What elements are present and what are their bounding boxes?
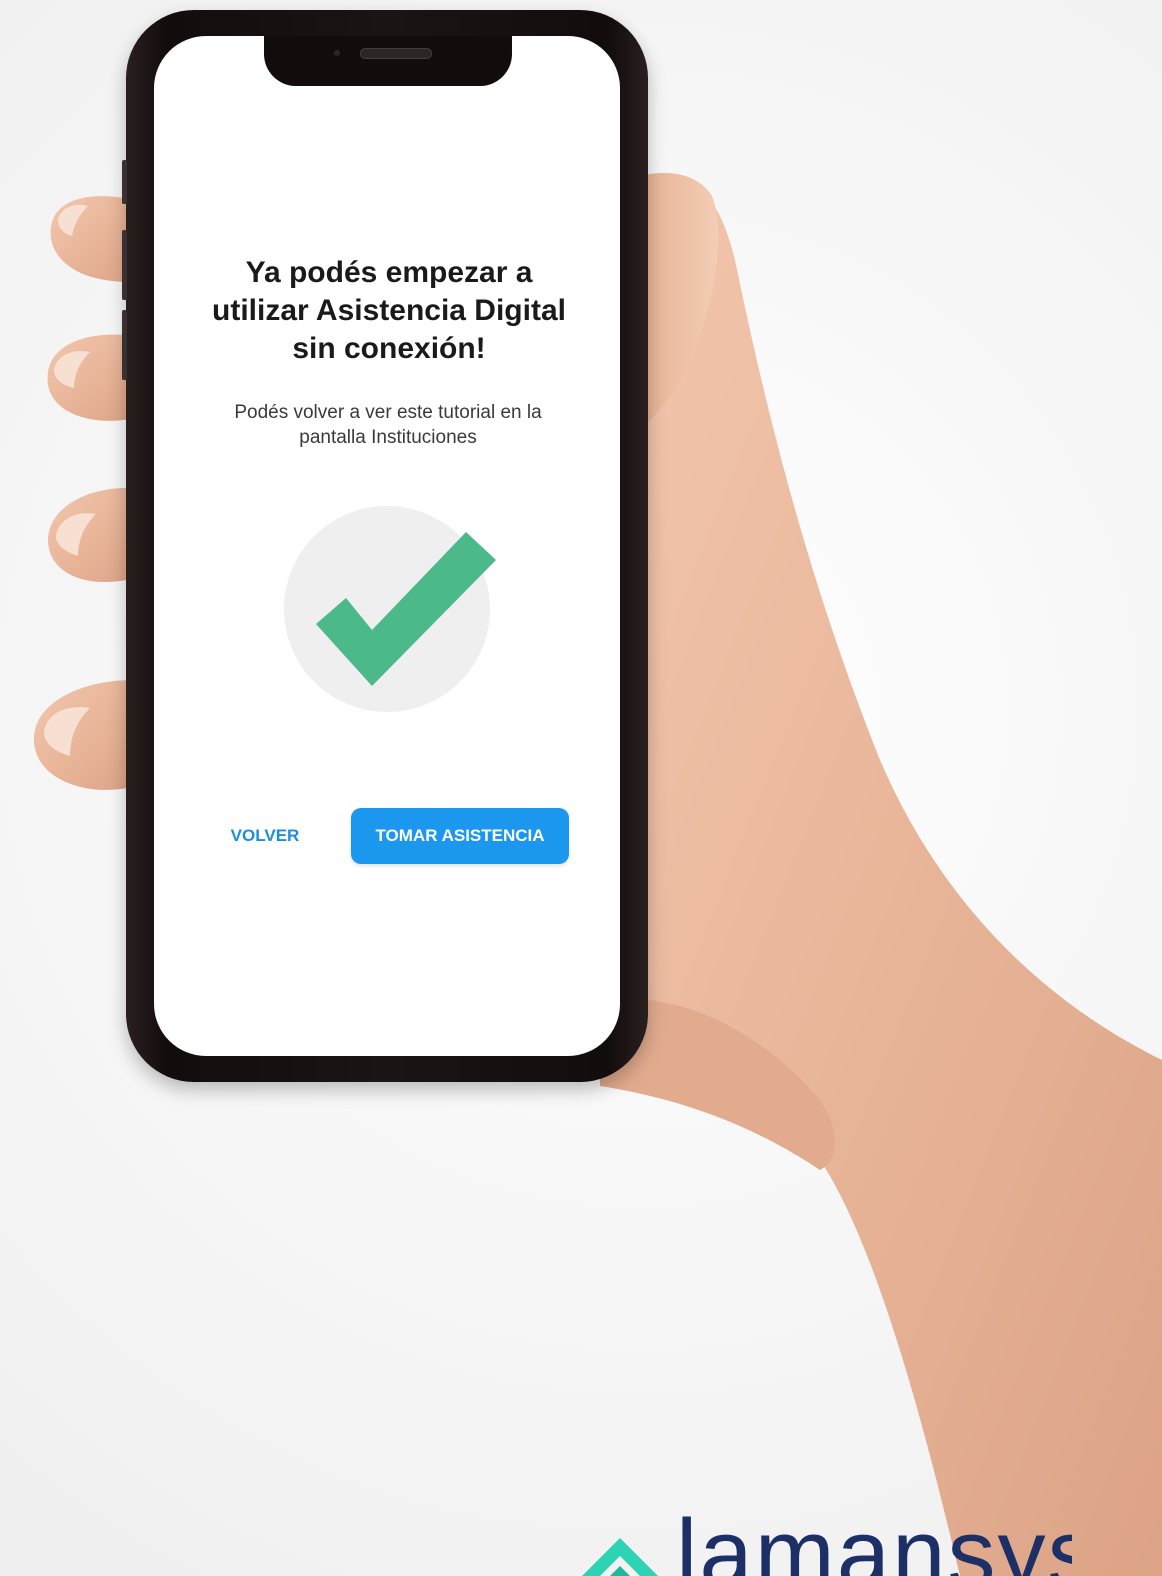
onboarding-title: Ya podés empezar a utilizar Asistencia D…: [212, 256, 566, 365]
phone-side-button: [122, 230, 127, 300]
onboarding-subtitle: Podés volver a ver este tutorial en la p…: [234, 402, 542, 448]
success-illustration: [284, 506, 504, 716]
speaker-icon: [360, 48, 432, 59]
smartphone: Ya podés empezar a utilizar Asistencia D…: [122, 10, 648, 1082]
app-screen: Ya podés empezar a utilizar Asistencia D…: [154, 36, 620, 1056]
camera-icon: [334, 50, 340, 56]
phone-side-button: [122, 310, 127, 380]
phone-notch: [264, 36, 512, 86]
take-attendance-button[interactable]: TOMAR ASISTENCIA: [351, 808, 569, 864]
lamansys-logo-icon: [582, 1538, 658, 1576]
brand-name: lamansys: [676, 1500, 1072, 1576]
check-icon: [316, 532, 496, 686]
phone-side-button: [122, 160, 127, 204]
promo-background: Ya podés empezar a utilizar Asistencia D…: [0, 0, 1162, 1576]
brand-logo: lamansys: [572, 1500, 1072, 1576]
back-button[interactable]: VOLVER: [210, 808, 320, 864]
